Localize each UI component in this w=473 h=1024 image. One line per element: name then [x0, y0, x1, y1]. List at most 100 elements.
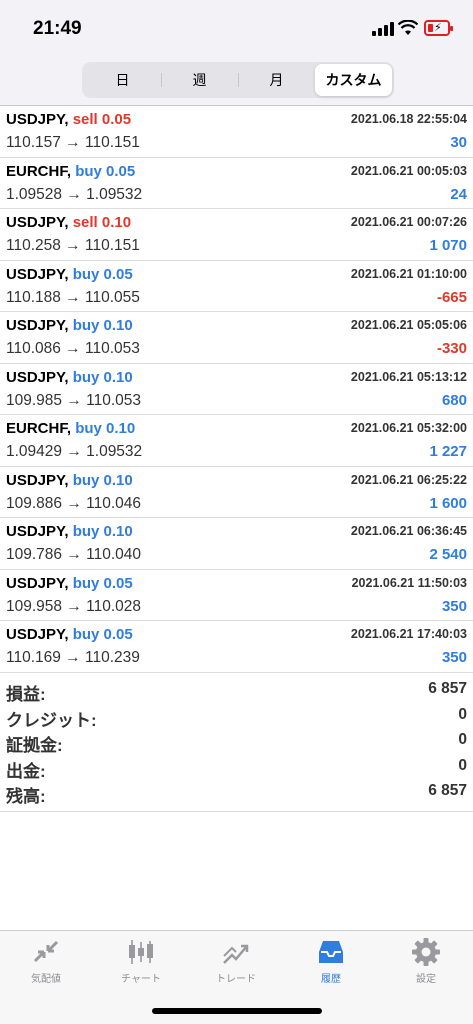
deal-side: buy 0.10 [72, 368, 133, 386]
tab-settings[interactable]: 設定 [391, 937, 461, 985]
tab-quotes[interactable]: 気配値 [11, 937, 81, 985]
deal-symbol: USDJPY, buy 0.05 [6, 626, 133, 643]
deal-symbol: USDJPY, buy 0.10 [6, 369, 133, 386]
tab-month[interactable]: 月 [238, 64, 315, 96]
deal-row[interactable]: USDJPY, sell 0.05 110.157 → 110.151 2021.0… [0, 106, 473, 158]
deal-row[interactable]: USDJPY, buy 0.05 110.169 → 110.239 2021.06… [0, 621, 473, 673]
summary-label: 損益: [6, 685, 46, 704]
deal-row[interactable]: USDJPY, buy 0.10 109.886 → 110.046 2021.06… [0, 467, 473, 518]
deal-side: buy 0.10 [72, 317, 133, 334]
tab-trade-label: トレード [216, 974, 256, 985]
account-summary: 損益: 6 857 クレジット: 0 証拠金: 0 出金: 0 残高: 6 857 [0, 677, 473, 812]
deal-symbol: USDJPY, buy 0.05 [6, 575, 133, 592]
summary-row: クレジット: 0 [0, 703, 473, 730]
summary-row: 出金: 0 [0, 754, 473, 781]
deal-prices: 1.09528 → 1.09532 [6, 185, 143, 203]
deal-symbol: USDJPY, buy 0.10 [6, 317, 133, 334]
deal-side: sell 0.10 [72, 214, 132, 231]
deal-prices: 110.157 → 110.151 [6, 134, 140, 151]
deal-time: 2021.06.21 05:05:06 [350, 318, 467, 332]
quotes-icon [33, 940, 59, 963]
deal-side: buy 0.10 [72, 471, 133, 489]
deal-profit: 350 [441, 649, 467, 666]
deal-profit: 1 227 [429, 443, 467, 460]
deal-side: buy 0.10 [72, 523, 133, 540]
summary-label: クレジット: [6, 710, 97, 730]
deal-symbol-name: USDJPY, [6, 626, 69, 643]
deal-row[interactable]: USDJPY, buy 0.05 109.958 → 110.028 2021.06… [0, 570, 473, 621]
deal-row[interactable]: USDJPY, buy 0.10 109.786 → 110.040 2021.06… [0, 518, 473, 570]
deal-list: USDJPY, sell 0.05 110.157 → 110.151 2021.0… [0, 106, 473, 673]
period-header: 日 週 月 カスタム [0, 56, 473, 106]
deal-row[interactable]: USDJPY, buy 0.10 110.086 → 110.053 2021.06… [0, 312, 473, 364]
deal-symbol-name: USDJPY, [6, 317, 69, 334]
tab-trade[interactable]: トレード [201, 937, 271, 985]
deal-profit: 24 [450, 185, 467, 203]
summary-label: 出金: [6, 761, 46, 781]
tab-day[interactable]: 日 [84, 64, 161, 96]
deal-row[interactable]: USDJPY, sell 0.10 110.258 → 110.151 2021.0… [0, 209, 473, 261]
deal-time: 2021.06.21 11:50:03 [351, 575, 467, 590]
deal-side: sell 0.05 [72, 111, 132, 128]
deal-prices: 110.086 → 110.053 [6, 340, 140, 357]
deal-prices: 109.958 → 110.028 [6, 597, 142, 615]
tab-history[interactable]: 履歴 [296, 937, 366, 985]
battery-icon: ⚡ [424, 20, 453, 36]
deal-time: 2021.06.21 17:40:03 [350, 627, 467, 641]
tab-settings-label: 設定 [416, 974, 436, 985]
summary-value: 6 857 [428, 680, 467, 697]
deal-row[interactable]: EURCHF, buy 0.05 1.09528 → 1.09532 2021.06… [0, 158, 473, 209]
deal-row[interactable]: USDJPY, buy 0.10 109.985 → 110.053 2021.06… [0, 364, 473, 415]
deal-symbol: EURCHF, buy 0.10 [6, 420, 135, 437]
tab-chart[interactable]: チャート [106, 937, 176, 985]
summary-label: 証拠金: [6, 736, 63, 755]
summary-value: 6 857 [428, 782, 467, 799]
deal-side: buy 0.10 [75, 420, 136, 437]
deal-profit: 2 540 [429, 546, 467, 563]
deal-symbol: USDJPY, buy 0.10 [6, 523, 133, 540]
summary-label: 残高: [6, 787, 46, 806]
deal-profit: 1 600 [429, 494, 467, 512]
tab-chart-label: チャート [121, 974, 161, 985]
deal-symbol-name: USDJPY, [6, 111, 69, 128]
deal-prices: 109.985 → 110.053 [6, 391, 142, 409]
deal-symbol-name: EURCHF, [6, 420, 72, 437]
deal-symbol-name: USDJPY, [6, 523, 69, 540]
deal-time: 2021.06.21 05:13:12 [350, 369, 467, 384]
deal-side: buy 0.05 [72, 574, 133, 592]
tab-week[interactable]: 週 [161, 64, 238, 96]
deal-prices: 109.786 → 110.040 [6, 546, 142, 563]
summary-row: 証拠金: 0 [0, 728, 473, 755]
deal-row[interactable]: USDJPY, buy 0.05 110.188 → 110.055 2021.06… [0, 261, 473, 312]
deal-prices: 110.188 → 110.055 [6, 288, 140, 306]
deal-symbol-name: USDJPY, [6, 574, 69, 592]
deal-profit: 30 [450, 134, 467, 151]
deal-side: buy 0.05 [72, 265, 133, 283]
deal-time: 2021.06.21 01:10:00 [350, 266, 467, 281]
deal-prices: 110.258 → 110.151 [6, 237, 140, 254]
summary-value: 0 [458, 705, 467, 723]
deal-row[interactable]: EURCHF, buy 0.10 1.09429 → 1.09532 2021.06… [0, 415, 473, 467]
wifi-icon [398, 20, 418, 35]
summary-row: 残高: 6 857 [0, 779, 473, 806]
tab-quotes-label: 気配値 [31, 974, 61, 985]
deal-time: 2021.06.21 06:36:45 [350, 524, 467, 538]
summary-value: 0 [458, 756, 467, 774]
deal-profit: 680 [441, 391, 467, 409]
status-bar: 21:49 ⚡ [0, 0, 473, 56]
deal-prices: 1.09429 → 1.09532 [6, 443, 143, 460]
deal-prices: 109.886 → 110.046 [6, 494, 142, 512]
deal-time: 2021.06.18 22:55:04 [350, 112, 467, 126]
settings-icon [412, 938, 440, 966]
history-icon [319, 941, 343, 963]
tab-custom[interactable]: カスタム [315, 64, 392, 96]
deal-time: 2021.06.21 00:05:03 [350, 163, 467, 178]
period-segmented-control: 日 週 月 カスタム [82, 62, 394, 98]
signal-icon [372, 22, 394, 36]
status-time: 21:49 [33, 18, 82, 39]
deal-profit: 1 070 [429, 237, 467, 254]
deal-symbol-name: USDJPY, [6, 368, 69, 386]
deal-profit: 350 [441, 597, 467, 615]
deal-side: buy 0.05 [75, 162, 136, 180]
summary-row: 損益: 6 857 [0, 677, 473, 704]
